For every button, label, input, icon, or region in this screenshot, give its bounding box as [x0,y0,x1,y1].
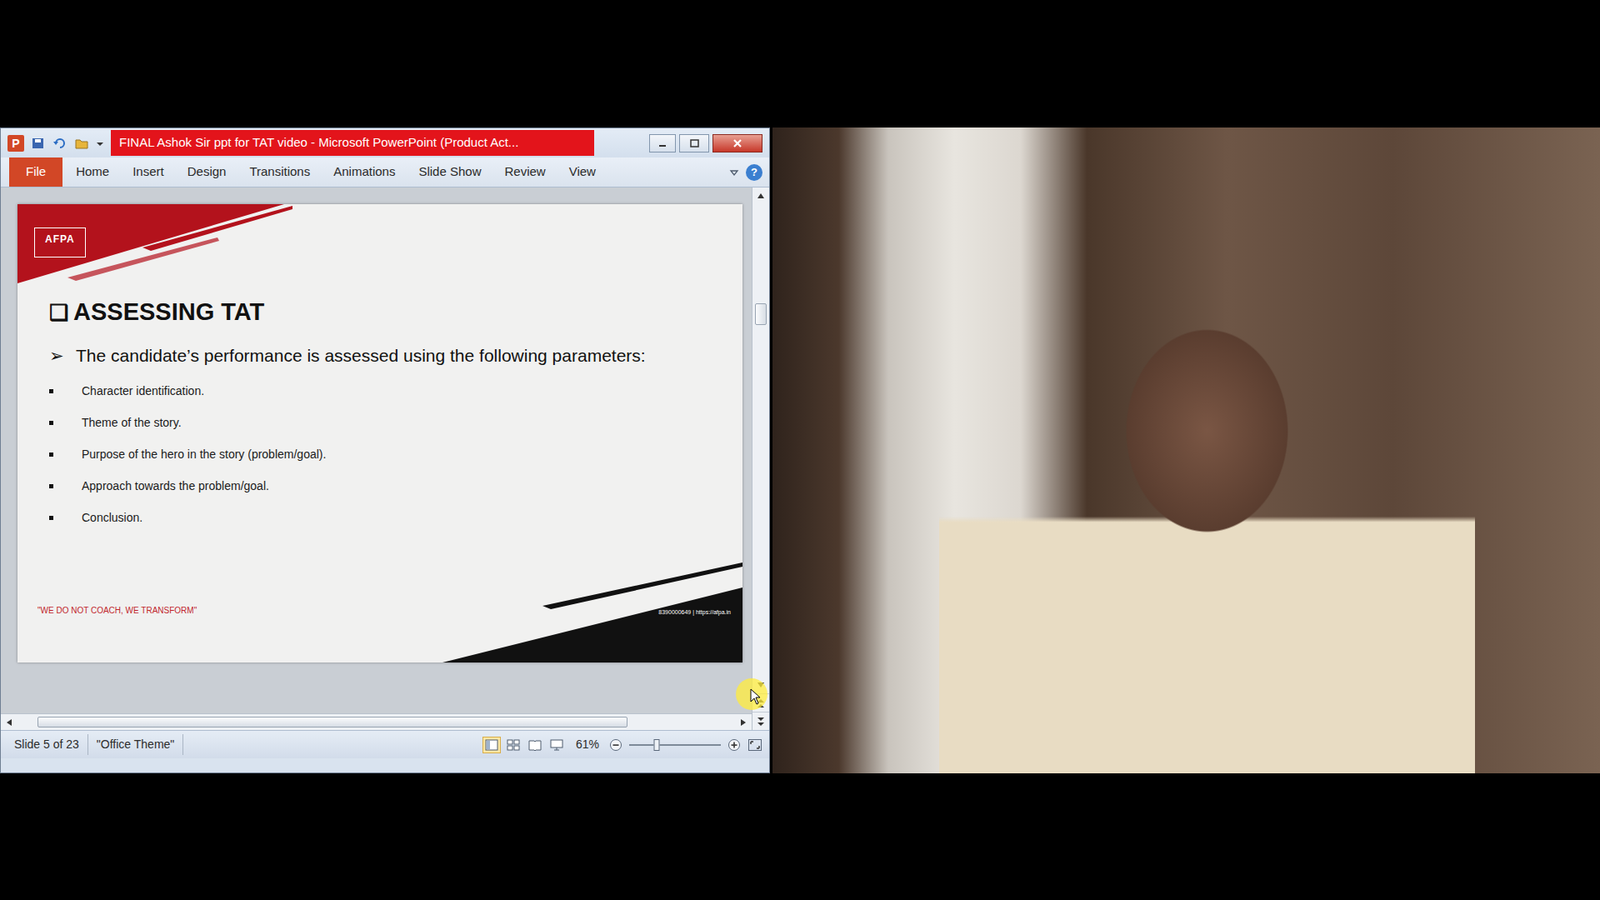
slide-counter: Slide 5 of 23 [0,734,89,755]
minimize-ribbon-icon[interactable] [729,167,740,178]
maximize-icon[interactable] [679,134,710,153]
bullet-text: Conclusion. [81,509,143,527]
ribbon-tab[interactable]: Insert [122,158,175,186]
help-button[interactable]: ? [745,164,763,181]
reading-view-icon[interactable] [525,736,545,754]
intro-marker: ➢ [49,345,65,365]
slide-heading: ASSESSING TAT [73,298,265,325]
next-slide-icon[interactable] [756,716,765,727]
slideshow-view-icon[interactable] [547,736,566,754]
ribbon-tab[interactable]: Review [494,158,555,186]
ribbon-tabs: FileHomeInsertDesignTransitionsAnimation… [0,157,770,188]
ribbon-tab[interactable]: Home [65,158,120,186]
theme-name: "Office Theme" [88,734,184,755]
bullet-dot-icon [49,389,54,394]
scroll-left-icon[interactable] [5,718,13,727]
zoom-in-icon[interactable] [727,738,741,752]
title-bar[interactable]: P FINAL Ashok Sir ppt for TAT video - Mi… [0,128,770,158]
close-icon[interactable] [712,134,763,153]
horizontal-scrollbar[interactable] [0,713,752,730]
fit-slide-icon[interactable] [747,738,763,752]
zoom-percent[interactable]: 61% [572,735,603,754]
slide-bullet: Theme of the story. [49,406,726,439]
bullet-dot-icon [49,484,54,489]
bullet-text: Character identification. [81,382,205,400]
zoom-out-icon[interactable] [609,738,623,752]
editing-area: AFPA ❑ASSESSING TAT ➢ The candidate’s per… [0,187,770,730]
slide-sorter-icon[interactable] [504,736,523,754]
window-title: FINAL Ashok Sir ppt for TAT video - Micr… [110,130,595,156]
customize-toolbar-icon[interactable] [95,136,105,150]
bullet-dot-icon [49,515,54,520]
file-tab[interactable]: File [9,157,63,187]
normal-view-icon [485,739,499,751]
slideshow-view-icon [550,739,564,751]
bullet-text: Approach towards the problem/goal. [81,477,270,495]
slide-intro: The candidate’s performance is assessed … [75,345,646,365]
bullet-text: Purpose of the hero in the story (proble… [81,445,326,464]
ribbon-tab[interactable]: View [559,158,606,186]
footer-quote: "WE DO NOT COACH, WE TRANSFORM" [37,604,197,617]
zoom-thumb[interactable] [654,739,660,751]
zoom-slider[interactable] [629,739,721,751]
bullet-dot-icon [49,420,54,425]
scroll-right-icon[interactable] [740,718,747,727]
heading-marker: ❑ [49,300,69,325]
reading-view-icon [528,739,542,751]
normal-view-icon[interactable] [482,736,501,754]
powerpoint-icon[interactable]: P [7,135,25,152]
ribbon-tab[interactable]: Transitions [239,158,320,186]
footer-contact: 8390000649 | https://afpa.in [658,608,731,618]
bullet-dot-icon [49,452,54,457]
open-icon[interactable] [74,136,90,150]
status-bar: Slide 5 of 23 "Office Theme" 61% [0,730,770,759]
red-band-icon [17,204,293,288]
ribbon-tab[interactable]: Design [177,158,237,186]
slide-bullet: Purpose of the hero in the story (proble… [49,438,726,470]
ribbon-tab[interactable]: Slide Show [408,158,491,186]
horizontal-scroll-thumb[interactable] [37,716,628,728]
slide[interactable]: AFPA ❑ASSESSING TAT ➢ The candidate’s per… [17,204,743,663]
mouse-cursor-icon [750,688,762,705]
bullet-text: Theme of the story. [81,414,182,432]
cursor-highlight [735,678,768,710]
logo: AFPA [34,227,86,258]
slide-bullet: Approach towards the problem/goal. [49,470,726,502]
minimize-icon[interactable] [649,134,676,153]
powerpoint-window[interactable]: P FINAL Ashok Sir ppt for TAT video - Mi… [0,127,770,774]
slide-sorter-icon [506,739,520,751]
undo-icon[interactable] [52,136,68,150]
vertical-scrollbar[interactable] [751,187,770,730]
slide-bullet: Conclusion. [49,501,726,534]
vertical-scroll-thumb[interactable] [755,303,767,325]
webcam-video [772,127,1600,774]
save-icon[interactable] [30,136,46,150]
scroll-up-icon[interactable] [756,192,765,200]
slide-bullet: Character identification. [49,375,726,407]
ribbon-tab[interactable]: Animations [323,158,405,186]
